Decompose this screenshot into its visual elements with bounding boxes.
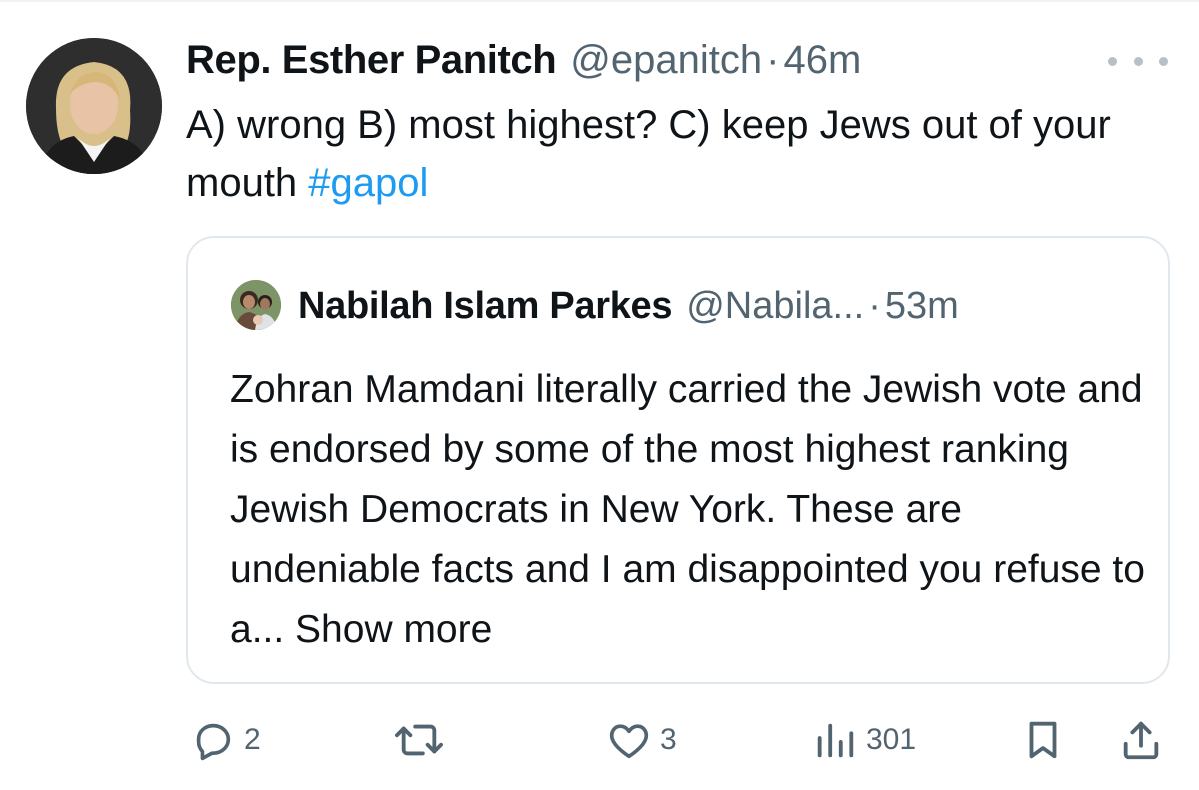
quoted-author-avatar[interactable] (231, 280, 281, 330)
tweet-header: Rep. Esther Panitch @epanitch · 46m (186, 34, 861, 86)
show-more-link[interactable]: Show more (295, 608, 492, 651)
quoted-tweet-timestamp[interactable]: 53m (885, 282, 959, 330)
quoted-tweet-card[interactable]: Nabilah Islam Parkes @Nabila... · 53m Zo… (186, 236, 1170, 684)
bookmark-icon (1029, 721, 1057, 759)
like-count: 3 (660, 723, 677, 756)
more-options-button[interactable] (1108, 46, 1168, 76)
share-icon (1123, 721, 1159, 760)
views-chart-icon (817, 723, 854, 758)
quoted-tweet-text: Zohran Mamdani literally carried the Jew… (230, 360, 1150, 660)
reply-icon (196, 723, 231, 761)
reply-button[interactable]: 2 (190, 710, 261, 770)
view-count: 301 (866, 723, 917, 756)
bookmark-button[interactable] (1020, 710, 1066, 770)
quoted-author-handle[interactable]: @Nabila... (686, 282, 864, 330)
tweet-text: A) wrong B) most highest? C) keep Jews o… (186, 96, 1166, 212)
top-divider (0, 0, 1199, 2)
share-button[interactable] (1118, 710, 1164, 770)
author-handle[interactable]: @epanitch (570, 34, 762, 86)
tweet-timestamp[interactable]: 46m (783, 34, 861, 86)
quoted-tweet-header: Nabilah Islam Parkes @Nabila... · 53m (298, 282, 959, 330)
tweet-action-bar: 2 3 301 (0, 710, 1199, 770)
author-avatar[interactable] (26, 38, 162, 174)
hashtag-link[interactable]: #gapol (308, 161, 428, 205)
author-display-name[interactable]: Rep. Esther Panitch (186, 34, 557, 86)
quoted-author-display-name[interactable]: Nabilah Islam Parkes (298, 282, 673, 330)
retweet-icon (395, 724, 443, 756)
reply-count: 2 (244, 723, 261, 756)
more-dots-icon (1133, 56, 1143, 66)
quoted-header-separator: · (868, 285, 881, 327)
heart-icon (609, 724, 649, 759)
header-separator: · (766, 38, 780, 82)
more-dots-icon (1159, 56, 1168, 66)
retweet-button[interactable] (392, 710, 454, 770)
like-button[interactable]: 3 (606, 710, 677, 770)
more-dots-icon (1108, 56, 1117, 66)
views-button[interactable]: 301 (812, 710, 916, 770)
